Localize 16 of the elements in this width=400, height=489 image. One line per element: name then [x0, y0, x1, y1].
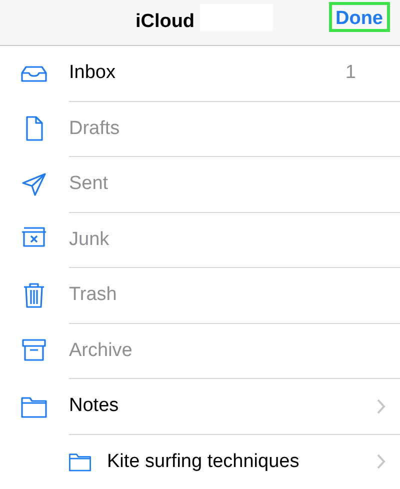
- mailbox-name: Drafts: [69, 116, 121, 140]
- window-title: iCloud: [135, 10, 195, 34]
- mailbox-name: Kite surfing techniques: [107, 450, 300, 474]
- paper-plane-icon: [20, 170, 48, 199]
- done-button[interactable]: Done: [328, 2, 390, 32]
- mailbox-row[interactable]: Notes: [0, 379, 400, 434]
- mailbox-row[interactable]: Inbox 1: [0, 46, 400, 102]
- mailbox-name: Archive: [69, 338, 134, 362]
- tray-icon: [21, 66, 47, 82]
- mailbox-name: Junk: [69, 228, 110, 252]
- mailbox-name: Notes: [69, 394, 120, 418]
- mailbox-name: Inbox: [69, 61, 116, 85]
- mailbox-row[interactable]: Kite surfing techniques: [0, 434, 400, 489]
- mailbox-name: Trash: [69, 283, 118, 307]
- unread-count: 1: [345, 61, 356, 85]
- mailbox-name: Sent: [69, 172, 110, 196]
